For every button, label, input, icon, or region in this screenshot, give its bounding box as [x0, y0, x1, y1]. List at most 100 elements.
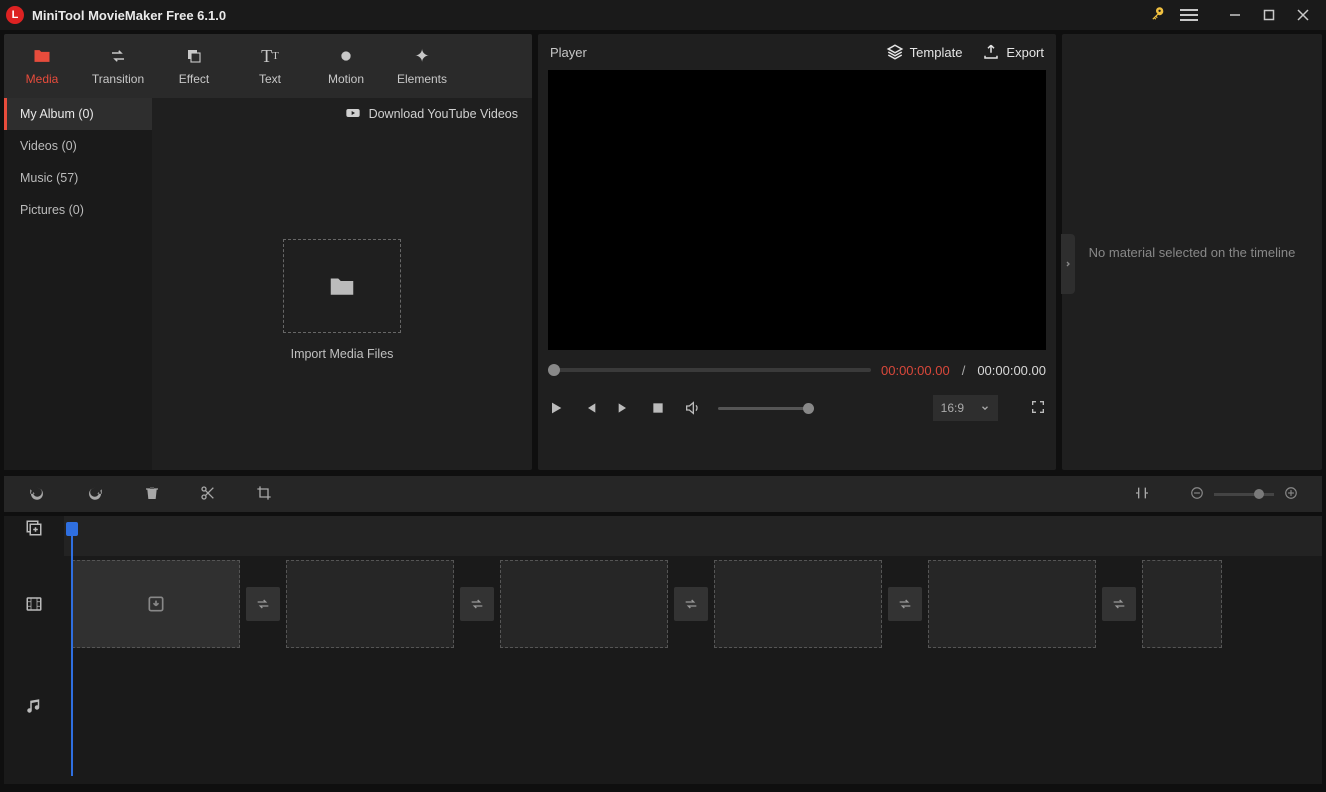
playhead-line [71, 536, 73, 776]
fullscreen-button[interactable] [1030, 399, 1046, 418]
timeline [4, 516, 1322, 784]
zoom-slider[interactable] [1214, 493, 1274, 496]
folder-icon [32, 46, 52, 66]
swap-icon [1111, 596, 1127, 612]
player-seekbar[interactable] [548, 368, 871, 372]
video-track[interactable] [64, 556, 1322, 652]
tab-text-label: Text [259, 72, 281, 86]
audio-track[interactable] [64, 658, 1322, 754]
tab-motion[interactable]: Motion [308, 34, 384, 98]
clip-slot[interactable] [72, 560, 240, 648]
clip-slot[interactable] [500, 560, 668, 648]
transition-slot[interactable] [1102, 587, 1136, 621]
transition-slot[interactable] [460, 587, 494, 621]
primary-tabs: Media Transition Effect TT Text Motion ✦… [4, 34, 532, 98]
play-icon [548, 400, 564, 416]
download-youtube-button[interactable]: Download YouTube Videos [152, 98, 532, 130]
maximize-button[interactable] [1252, 0, 1286, 30]
tab-text[interactable]: TT Text [232, 34, 308, 98]
tab-media[interactable]: Media [4, 34, 80, 98]
redo-button[interactable] [86, 484, 104, 505]
close-button[interactable] [1286, 0, 1320, 30]
tab-elements[interactable]: ✦ Elements [384, 34, 460, 98]
seekbar-thumb[interactable] [548, 364, 560, 376]
tab-motion-label: Motion [328, 72, 364, 86]
tab-transition[interactable]: Transition [80, 34, 156, 98]
clip-slot[interactable] [714, 560, 882, 648]
template-icon [886, 43, 904, 61]
swap-icon [897, 596, 913, 612]
audio-track-icon [4, 658, 64, 754]
stop-button[interactable] [650, 400, 666, 416]
play-button[interactable] [548, 400, 564, 416]
transition-slot[interactable] [888, 587, 922, 621]
inspector-panel: No material selected on the timeline [1062, 34, 1322, 470]
sidebar-item-myalbum[interactable]: My Album (0) [4, 98, 152, 130]
titlebar: L MiniTool MovieMaker Free 6.1.0 [0, 0, 1326, 30]
export-label: Export [1006, 45, 1044, 60]
export-button[interactable]: Export [982, 43, 1044, 61]
stop-icon [650, 400, 666, 416]
youtube-download-icon [345, 105, 361, 124]
add-track-button[interactable] [4, 516, 64, 540]
swap-icon [109, 46, 127, 66]
film-icon [25, 595, 43, 613]
swap-icon [255, 596, 271, 612]
plus-circle-icon [1284, 486, 1298, 500]
playhead-handle[interactable] [66, 522, 78, 536]
crop-button[interactable] [256, 485, 272, 504]
license-key-icon[interactable] [1150, 6, 1166, 25]
delete-button[interactable] [144, 485, 160, 504]
sidebar-item-videos[interactable]: Videos (0) [4, 130, 152, 162]
undo-icon [28, 484, 46, 502]
motion-icon [338, 46, 354, 66]
swap-icon [469, 596, 485, 612]
volume-icon [684, 400, 700, 416]
clip-slot[interactable] [1142, 560, 1222, 648]
scissors-icon [200, 485, 216, 501]
download-youtube-label: Download YouTube Videos [369, 107, 518, 121]
tab-elements-label: Elements [397, 72, 447, 86]
sidebar-item-pictures[interactable]: Pictures (0) [4, 194, 152, 226]
transition-slot[interactable] [674, 587, 708, 621]
clip-slot[interactable] [286, 560, 454, 648]
sparkle-icon: ✦ [414, 46, 429, 66]
player-viewport[interactable] [548, 70, 1046, 350]
time-current: 00:00:00.00 [881, 363, 950, 378]
next-frame-button[interactable] [616, 400, 632, 416]
media-panel: Media Transition Effect TT Text Motion ✦… [4, 34, 532, 470]
import-media-label: Import Media Files [291, 347, 394, 361]
tab-effect[interactable]: Effect [156, 34, 232, 98]
menu-icon[interactable] [1180, 6, 1198, 24]
volume-button[interactable] [684, 400, 700, 416]
minus-circle-icon [1190, 486, 1204, 500]
chevron-right-icon [1064, 258, 1072, 270]
fit-timeline-button[interactable] [1134, 485, 1150, 504]
time-total: 00:00:00.00 [977, 363, 1046, 378]
minimize-button[interactable] [1218, 0, 1252, 30]
prev-frame-button[interactable] [582, 400, 598, 416]
split-button[interactable] [200, 485, 216, 504]
template-button[interactable]: Template [886, 43, 963, 61]
add-track-icon [25, 519, 43, 537]
export-icon [982, 43, 1000, 61]
video-track-icon [4, 556, 64, 652]
transition-slot[interactable] [246, 587, 280, 621]
template-label: Template [910, 45, 963, 60]
zoom-thumb[interactable] [1254, 489, 1264, 499]
inspector-empty-text: No material selected on the timeline [1089, 245, 1296, 260]
zoom-in-button[interactable] [1284, 486, 1298, 503]
fullscreen-icon [1030, 399, 1046, 415]
volume-slider[interactable] [718, 407, 814, 410]
step-forward-icon [616, 400, 632, 416]
clip-slot[interactable] [928, 560, 1096, 648]
timeline-toolbar [4, 476, 1322, 512]
inspector-collapse-button[interactable] [1061, 234, 1075, 294]
import-media-button[interactable] [283, 239, 401, 333]
zoom-out-button[interactable] [1190, 486, 1204, 503]
timeline-ruler[interactable] [64, 516, 1322, 540]
undo-button[interactable] [28, 484, 46, 505]
volume-thumb[interactable] [803, 403, 814, 414]
aspect-ratio-select[interactable]: 16:9 [933, 395, 998, 421]
sidebar-item-music[interactable]: Music (57) [4, 162, 152, 194]
